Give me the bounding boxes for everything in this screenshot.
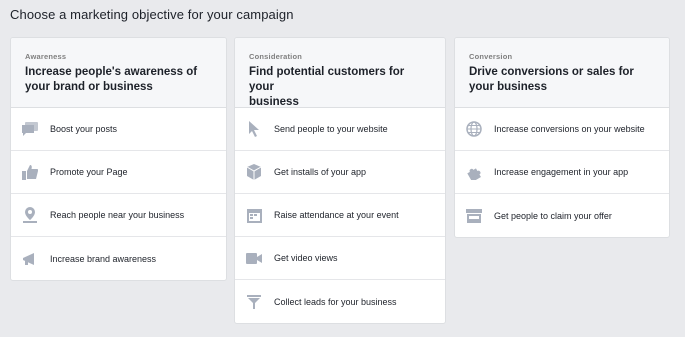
objective-promote-page[interactable]: Promote your Page	[11, 151, 226, 194]
objective-brand-awareness[interactable]: Increase brand awareness	[11, 237, 226, 280]
objective-column-conversion: Conversion Drive conversions or sales fo…	[454, 37, 670, 238]
puzzle-icon	[465, 163, 483, 181]
globe-icon	[465, 120, 483, 138]
objective-column-awareness: Awareness Increase people's awareness of…	[10, 37, 227, 281]
column-header: Conversion Drive conversions or sales fo…	[455, 38, 669, 108]
column-kicker: Conversion	[469, 52, 513, 61]
cursor-icon	[245, 120, 263, 138]
objective-lead-generation[interactable]: Collect leads for your business	[235, 280, 445, 323]
objective-label: Send people to your website	[274, 124, 388, 134]
column-kicker: Consideration	[249, 52, 303, 61]
column-title-line1: Increase people's awareness of	[25, 66, 198, 78]
objective-label: Collect leads for your business	[274, 296, 397, 307]
objective-website-traffic[interactable]: Send people to your website	[235, 108, 445, 151]
objective-reach-nearby[interactable]: Reach people near your business	[11, 194, 226, 237]
storefront-icon	[465, 207, 483, 225]
column-header: Consideration Find potential customers f…	[235, 38, 445, 108]
megaphone-icon	[21, 250, 39, 268]
speech-bubble-icon	[21, 120, 39, 138]
objective-event-responses[interactable]: Raise attendance at your event	[235, 194, 445, 237]
objective-app-installs[interactable]: Get installs of your app	[235, 151, 445, 194]
objective-label: Get installs of your app	[274, 167, 367, 177]
objective-label: Increase brand awareness	[50, 253, 157, 264]
objective-video-views[interactable]: Get video views	[235, 237, 445, 280]
column-title-line2: your business	[469, 81, 547, 93]
objective-website-conversions[interactable]: Increase conversions on your website	[455, 108, 669, 151]
column-title-line1: Drive conversions or sales for	[469, 66, 634, 78]
objective-label: Reach people near your business	[50, 210, 185, 220]
objective-label: Increase conversions on your website	[494, 124, 645, 134]
video-camera-icon	[245, 249, 263, 267]
column-title-line2: your brand or business	[25, 81, 153, 93]
calendar-icon	[245, 206, 263, 224]
column-title-line1: Find potential customers for your	[249, 66, 405, 93]
objective-label: Raise attendance at your event	[274, 210, 399, 220]
box-icon	[245, 163, 263, 181]
objective-app-engagement[interactable]: Increase engagement in your app	[455, 151, 669, 194]
objective-label: Get video views	[274, 253, 338, 263]
objective-column-consideration: Consideration Find potential customers f…	[234, 37, 446, 324]
thumbs-up-icon	[21, 163, 39, 181]
objective-offer-claims[interactable]: Get people to claim your offer	[455, 194, 669, 237]
objective-label: Boost your posts	[50, 124, 118, 134]
location-pin-icon	[21, 206, 39, 224]
objective-boost-posts[interactable]: Boost your posts	[11, 108, 226, 151]
objective-label: Get people to claim your offer	[494, 210, 612, 221]
objective-label: Promote your Page	[50, 167, 128, 177]
column-header: Awareness Increase people's awareness of…	[11, 38, 226, 108]
funnel-icon	[245, 293, 263, 311]
column-kicker: Awareness	[25, 52, 67, 61]
page-title: Choose a marketing objective for your ca…	[10, 7, 294, 22]
objective-label: Increase engagement in your app	[494, 167, 629, 177]
